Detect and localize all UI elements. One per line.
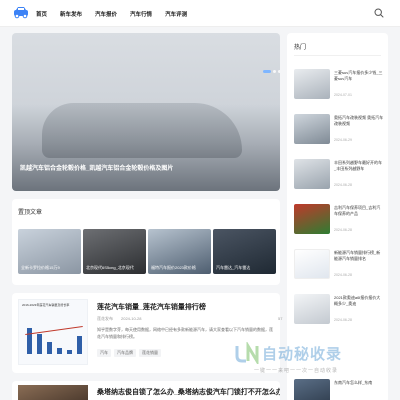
section-title: 置顶文章 — [18, 210, 43, 216]
article-title[interactable]: 莲花汽车销量_莲花汽车销量排行榜 — [97, 302, 206, 312]
search-icon[interactable] — [374, 8, 384, 18]
thumb-bar — [67, 350, 72, 354]
thumb-bar — [37, 334, 42, 354]
hot-item[interactable]: 吉利汽车保养项目_吉利汽车保养的产品 2024-06-28 — [294, 204, 384, 240]
hot-title[interactable]: 东南汽车怎么样_东南 — [334, 380, 384, 386]
thumb-bar — [47, 342, 52, 354]
nav-market[interactable]: 汽车行情 — [130, 10, 152, 18]
hot-title[interactable]: 新能源汽车销量排行榜_新能源汽车销量排名 — [334, 250, 384, 262]
hero-image — [42, 103, 242, 158]
nav-new-cars[interactable]: 新车发布 — [60, 10, 82, 18]
thumb-bar — [57, 348, 62, 354]
thumb-bar — [77, 336, 82, 354]
hot-title[interactable]: 奥拓汽车改装视频 奥拓汽车改装视频 — [334, 115, 384, 127]
article-thumbnail[interactable] — [18, 385, 88, 400]
article-card[interactable]: 桑塔纳志俊自锁了怎么办_桑塔纳志俊汽车门锁打不开怎么办 — [12, 381, 280, 400]
hot-thumbnail[interactable] — [294, 204, 330, 234]
hot-sidebar: 热门 三菱suv汽车报价多少钱_三菱suv汽车 2024-07-01 奥拓汽车改… — [287, 33, 388, 400]
hot-title[interactable]: 2021款奥迪a6l报价报价大概多少_奥迪 — [334, 295, 384, 307]
article-thumbnail-chart[interactable]: 2016-2023年莲花汽车销量及增长率 — [18, 299, 88, 365]
hot-date: 2024-06-28 — [334, 273, 352, 277]
hot-item[interactable]: 2021款奥迪a6l报价报价大概多少_奥迪 2024-06-28 — [294, 294, 384, 330]
article-author[interactable]: 莲花发布 — [97, 316, 113, 322]
hot-item[interactable]: 东南汽车怎么样_东南 2024-06-28 — [294, 379, 384, 400]
hot-thumbnail[interactable] — [294, 379, 330, 400]
hot-thumbnail[interactable] — [294, 294, 330, 324]
pinned-card[interactable]: 北京现代6S5cng_北京现代 — [83, 229, 146, 274]
hot-thumbnail[interactable] — [294, 249, 330, 279]
nav-home[interactable]: 首页 — [36, 10, 47, 18]
slider-dot-active[interactable] — [263, 70, 271, 73]
thumb-trend-line — [25, 325, 83, 336]
thumb-bar — [27, 328, 32, 354]
tag[interactable]: 汽车品牌 — [114, 349, 136, 357]
hot-item[interactable]: 奥拓汽车改装视频 奥拓汽车改装视频 2024-06-29 — [294, 114, 384, 150]
hot-thumbnail[interactable] — [294, 159, 330, 189]
hot-date: 2024-06-28 — [334, 318, 352, 322]
nav-prices[interactable]: 汽车报价 — [95, 10, 117, 18]
hot-item[interactable]: 三菱suv汽车报价多少钱_三菱suv汽车 2024-07-01 — [294, 69, 384, 105]
main-nav: 首页 新车发布 汽车报价 汽车行情 汽车评测 — [36, 0, 200, 27]
top-header: 首页 新车发布 汽车报价 汽车行情 汽车评测 — [0, 0, 400, 27]
article-date: 2024-10-28 — [121, 316, 142, 321]
article-views: 57 — [278, 316, 283, 321]
tag[interactable]: 汽车 — [97, 349, 111, 357]
hot-title[interactable]: 三菱suv汽车报价多少钱_三菱suv汽车 — [334, 70, 384, 82]
pinned-caption: 福特汽车报价2023款价格 — [151, 265, 196, 270]
hot-date: 2024-06-29 — [334, 138, 352, 142]
article-meta: 莲花发布 2024-10-28 — [97, 316, 141, 322]
pinned-caption: 北京现代6S5cng_北京现代 — [86, 265, 134, 270]
article-title[interactable]: 桑塔纳志俊自锁了怎么办_桑塔纳志俊汽车门锁打不开怎么办 — [97, 387, 280, 397]
hot-thumbnail[interactable] — [294, 114, 330, 144]
hot-date: 2024-07-01 — [334, 93, 352, 97]
pinned-grid: 全新卡罗拉价格15万9 北京现代6S5cng_北京现代 福特汽车报价2023款价… — [18, 229, 276, 274]
pinned-card[interactable]: 全新卡罗拉价格15万9 — [18, 229, 81, 274]
hot-item[interactable]: 丰田系列越野车最好开的车_丰田系列越野车 2024-06-28 — [294, 159, 384, 195]
tag[interactable]: 莲花销量 — [139, 349, 161, 357]
car-logo-icon[interactable] — [13, 6, 29, 19]
slider-dot[interactable] — [273, 70, 276, 73]
hero-slider[interactable]: 凯越汽车铝合金轮毂价格_凯越汽车铝合金轮毂价格及图片 — [12, 33, 280, 191]
hot-date: 2024-06-28 — [334, 228, 352, 232]
hot-thumbnail[interactable] — [294, 69, 330, 99]
hot-date: 2024-06-28 — [334, 183, 352, 187]
slider-dots — [263, 70, 280, 73]
divider — [294, 55, 381, 56]
hot-title[interactable]: 吉利汽车保养项目_吉利汽车保养的产品 — [334, 205, 384, 217]
pinned-caption: 汽车雷达_汽车雷达 — [216, 265, 251, 270]
pinned-caption: 全新卡罗拉价格15万9 — [21, 265, 60, 270]
hot-title[interactable]: 丰田系列越野车最好开的车_丰田系列越野车 — [334, 160, 384, 172]
sidebar-title: 热门 — [294, 45, 307, 51]
pinned-card[interactable]: 福特汽车报价2023款价格 — [148, 229, 211, 274]
slider-dot[interactable] — [278, 70, 280, 73]
hot-item[interactable]: 新能源汽车销量排行榜_新能源汽车销量排名 2024-06-28 — [294, 249, 384, 285]
article-card[interactable]: 2016-2023年莲花汽车销量及增长率 莲花汽车销量_莲花汽车销量排行榜 莲花… — [12, 293, 283, 373]
pinned-articles: 置顶文章 全新卡罗拉价格15万9 北京现代6S5cng_北京现代 福特汽车报价2… — [12, 199, 280, 285]
article-tags: 汽车 汽车品牌 莲花销量 — [97, 349, 161, 357]
hero-title[interactable]: 凯越汽车铝合金轮毂价格_凯越汽车铝合金轮毂价格及图片 — [20, 163, 275, 172]
pinned-card[interactable]: 汽车雷达_汽车雷达 — [213, 229, 276, 274]
article-excerpt: 知乎是数字芽，每天使用数据，网络中已经有多款新能源汽车，请大家查看以下汽车销量的… — [97, 327, 273, 339]
nav-reviews[interactable]: 汽车评测 — [165, 10, 187, 18]
thumb-title: 2016-2023年莲花汽车销量及增长率 — [22, 303, 70, 307]
